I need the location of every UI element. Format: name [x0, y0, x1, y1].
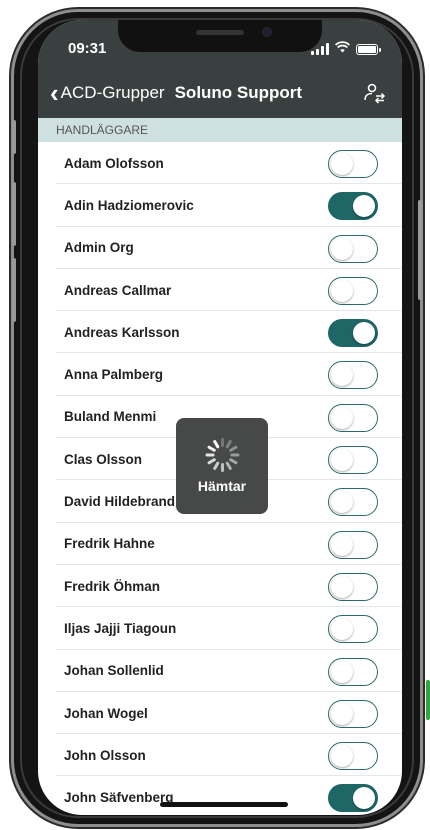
toggle-knob	[331, 660, 353, 683]
toggle-knob	[331, 745, 353, 768]
toggle-knob	[331, 533, 353, 556]
toggle-knob	[331, 364, 353, 387]
page-title: Soluno Support	[174, 83, 303, 102]
navigation-bar: ‹ ACD-Grupper Soluno Support	[38, 68, 402, 118]
agent-row: Johan Wogel	[38, 692, 402, 735]
loading-label: Hämtar	[197, 478, 247, 494]
toggle-knob	[331, 406, 353, 429]
toggle-knob	[331, 491, 353, 514]
agent-toggle[interactable]	[328, 446, 378, 475]
agent-toggle[interactable]	[328, 657, 378, 686]
user-settings-icon[interactable]	[362, 81, 386, 105]
scroll-indicator	[426, 680, 430, 720]
agent-name: Iljas Jajji Tiagoun	[64, 620, 177, 636]
agent-name: David Hildebrand	[64, 494, 176, 510]
spinner-icon	[205, 438, 239, 472]
back-label: ACD-Grupper	[60, 83, 165, 102]
status-bar: 09:31	[38, 20, 402, 68]
battery-icon	[356, 44, 381, 55]
wifi-icon	[334, 41, 351, 55]
agent-name: Adam Olofsson	[64, 155, 164, 171]
agent-name: Fredrik Hahne	[64, 536, 155, 552]
toggle-knob	[331, 279, 353, 302]
agent-toggle[interactable]	[328, 361, 378, 390]
agent-toggle[interactable]	[328, 488, 378, 517]
agent-name: John Olsson	[64, 747, 146, 763]
agent-toggle[interactable]	[328, 403, 378, 432]
agent-row: Johan Sollenlid	[38, 650, 402, 693]
silent-switch	[12, 120, 16, 154]
agent-name: Andreas Callmar	[64, 282, 172, 298]
agent-name: Admin Org	[64, 240, 134, 256]
agent-row: John Säfvenberg	[38, 776, 402, 815]
agent-row: Adin Hadziomerovic	[38, 184, 402, 227]
agent-toggle[interactable]	[328, 276, 378, 305]
power-button	[418, 200, 422, 300]
agent-row: Iljas Jajji Tiagoun	[38, 607, 402, 650]
agent-toggle[interactable]	[328, 530, 378, 559]
agent-toggle[interactable]	[328, 784, 378, 813]
agent-row: Adam Olofsson	[38, 142, 402, 185]
signal-icon	[311, 43, 329, 55]
home-indicator[interactable]	[160, 802, 288, 807]
agent-toggle[interactable]	[328, 319, 378, 348]
chevron-left-icon: ‹	[50, 78, 59, 108]
agent-name: Anna Palmberg	[64, 367, 164, 383]
screen: 09:31 ‹ ACD-Grupper Soluno Support HANDL…	[38, 20, 402, 815]
agent-toggle[interactable]	[328, 192, 378, 221]
agent-row: Andreas Karlsson	[38, 311, 402, 354]
agent-toggle[interactable]	[328, 150, 378, 178]
toggle-knob	[331, 153, 353, 175]
agent-name: Fredrik Öhman	[64, 578, 161, 594]
toggle-knob	[331, 575, 353, 598]
toggle-knob	[331, 237, 353, 260]
toggle-knob	[331, 449, 353, 472]
agent-name: John Säfvenberg	[64, 790, 174, 806]
agent-toggle[interactable]	[328, 615, 378, 644]
agent-row: John Olsson	[38, 734, 402, 777]
volume-down-button	[12, 258, 16, 322]
agent-toggle[interactable]	[328, 742, 378, 771]
agent-name: Adin Hadziomerovic	[64, 197, 194, 213]
agent-toggle[interactable]	[328, 572, 378, 601]
agent-row: Andreas Callmar	[38, 269, 402, 312]
agent-name: Buland Menmi	[64, 409, 157, 425]
toggle-knob	[353, 787, 375, 810]
agent-name: Johan Wogel	[64, 705, 148, 721]
agent-name: Johan Sollenlid	[64, 663, 164, 679]
agent-name: Clas Olsson	[64, 451, 143, 467]
notch	[118, 20, 322, 52]
agent-row: Anna Palmberg	[38, 353, 402, 397]
toggle-knob	[331, 618, 353, 641]
agent-row: Fredrik Hahne	[38, 523, 402, 566]
toggle-knob	[353, 322, 375, 345]
toggle-knob	[353, 195, 375, 218]
back-button[interactable]: ‹ ACD-Grupper	[50, 80, 165, 106]
status-icons	[311, 41, 381, 55]
volume-up-button	[12, 182, 16, 246]
agent-row: Admin Org	[38, 227, 402, 270]
front-camera	[262, 27, 272, 37]
agent-row: Fredrik Öhman	[38, 565, 402, 608]
section-header: HANDLÄGGARE	[38, 118, 402, 142]
agent-name: Andreas Karlsson	[64, 324, 180, 340]
speaker-grille	[196, 30, 244, 35]
status-time: 09:31	[68, 40, 107, 57]
agent-toggle[interactable]	[328, 234, 378, 263]
loading-overlay: Hämtar	[176, 418, 268, 514]
agent-toggle[interactable]	[328, 699, 378, 728]
toggle-knob	[331, 702, 353, 725]
